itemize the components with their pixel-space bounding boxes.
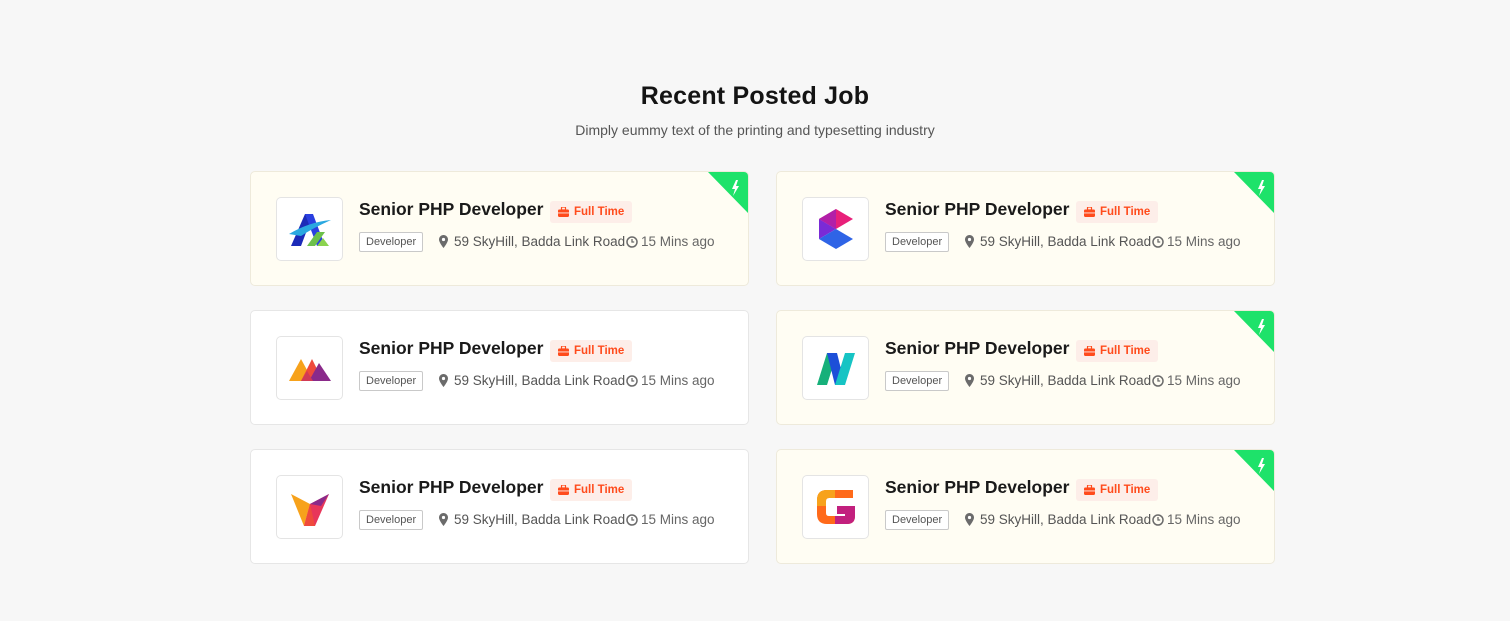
map-pin-icon [439,235,448,248]
featured-ribbon [1234,172,1274,213]
posted-time-text: 15 Mins ago [1167,373,1241,388]
job-location: 59 SkyHill, Badda Link Road [965,234,1151,249]
job-title[interactable]: Senior PHP Developer [359,338,543,359]
featured-ribbon [708,172,748,213]
job-title[interactable]: Senior PHP Developer [885,199,1069,220]
posted-time: 15 Mins ago [626,373,715,388]
job-location: 59 SkyHill, Badda Link Road [965,373,1151,388]
job-title[interactable]: Senior PHP Developer [359,477,543,498]
job-location: 59 SkyHill, Badda Link Road [439,512,625,527]
job-type-label: Full Time [1100,345,1151,357]
category-tag[interactable]: Developer [885,232,950,252]
job-card[interactable]: Senior PHP Developer Full Time Developer… [776,449,1275,564]
job-title[interactable]: Senior PHP Developer [885,338,1069,359]
posted-time: 15 Mins ago [626,234,715,249]
job-card[interactable]: Senior PHP Developer Full Time Developer… [250,171,749,286]
clock-icon [626,374,638,387]
category-tag[interactable]: Developer [359,510,424,530]
posted-time-text: 15 Mins ago [641,234,715,249]
job-title[interactable]: Senior PHP Developer [359,199,543,220]
job-type-label: Full Time [574,206,625,218]
category-tag[interactable]: Developer [885,371,950,391]
featured-ribbon [1234,450,1274,491]
posted-time: 15 Mins ago [1152,373,1241,388]
category-tag[interactable]: Developer [359,232,424,252]
job-type-label: Full Time [1100,484,1151,496]
map-pin-icon [439,513,448,526]
job-location-text: 59 SkyHill, Badda Link Road [980,234,1152,249]
logo-a-icon [288,214,331,246]
map-pin-icon [965,235,974,248]
featured-ribbon [1234,311,1274,352]
company-logo[interactable] [802,197,869,261]
logo-v-icon [290,494,329,526]
briefcase-icon [558,346,569,356]
job-location-text: 59 SkyHill, Badda Link Road [454,512,626,527]
job-card[interactable]: Senior PHP Developer Full Time Developer… [776,310,1275,425]
job-location-text: 59 SkyHill, Badda Link Road [454,234,626,249]
map-pin-icon [965,513,974,526]
map-pin-icon [439,374,448,387]
posted-time-text: 15 Mins ago [1167,512,1241,527]
clock-icon [626,513,638,526]
job-type-badge: Full Time [550,479,633,501]
job-location: 59 SkyHill, Badda Link Road [439,234,625,249]
job-location: 59 SkyHill, Badda Link Road [965,512,1151,527]
posted-time-text: 15 Mins ago [641,373,715,388]
section-subtitle: Dimply eummy text of the printing and ty… [575,122,935,138]
company-logo[interactable] [276,197,343,261]
briefcase-icon [558,485,569,495]
category-tag[interactable]: Developer [885,510,950,530]
briefcase-icon [558,207,569,217]
briefcase-icon [1084,207,1095,217]
job-type-label: Full Time [574,484,625,496]
briefcase-icon [1084,485,1095,495]
logo-e-icon [818,209,853,249]
posted-time: 15 Mins ago [626,512,715,527]
job-card[interactable]: Senior PHP Developer Full Time Developer… [250,310,749,425]
job-type-badge: Full Time [550,201,633,223]
job-type-label: Full Time [1100,206,1151,218]
job-location: 59 SkyHill, Badda Link Road [439,373,625,388]
job-type-badge: Full Time [550,340,633,362]
posted-time-text: 15 Mins ago [641,512,715,527]
company-logo[interactable] [802,336,869,400]
logo-mountain-icon [288,359,331,381]
category-tag[interactable]: Developer [359,371,424,391]
briefcase-icon [1084,346,1095,356]
section-title: Recent Posted Job [640,82,870,110]
job-location-text: 59 SkyHill, Badda Link Road [454,373,626,388]
clock-icon [1152,513,1164,526]
posted-time-text: 15 Mins ago [1167,234,1241,249]
recent-jobs-section: Recent Posted Job Dimply eummy text of t… [0,0,1510,621]
posted-time: 15 Mins ago [1152,512,1241,527]
job-type-label: Full Time [574,345,625,357]
job-card[interactable]: Senior PHP Developer Full Time Developer… [250,449,749,564]
job-title[interactable]: Senior PHP Developer [885,477,1069,498]
job-card[interactable]: Senior PHP Developer Full Time Developer… [776,171,1275,286]
company-logo[interactable] [802,475,869,539]
logo-n-icon [816,353,855,385]
job-type-badge: Full Time [1076,340,1159,362]
clock-icon [626,235,638,248]
job-location-text: 59 SkyHill, Badda Link Road [980,512,1152,527]
logo-g-icon [816,490,855,524]
posted-time: 15 Mins ago [1152,234,1241,249]
company-logo[interactable] [276,475,343,539]
job-grid: Senior PHP Developer Full Time Developer… [250,171,1275,564]
job-type-badge: Full Time [1076,479,1159,501]
job-type-badge: Full Time [1076,201,1159,223]
job-location-text: 59 SkyHill, Badda Link Road [980,373,1152,388]
company-logo[interactable] [276,336,343,400]
map-pin-icon [965,374,974,387]
clock-icon [1152,235,1164,248]
clock-icon [1152,374,1164,387]
